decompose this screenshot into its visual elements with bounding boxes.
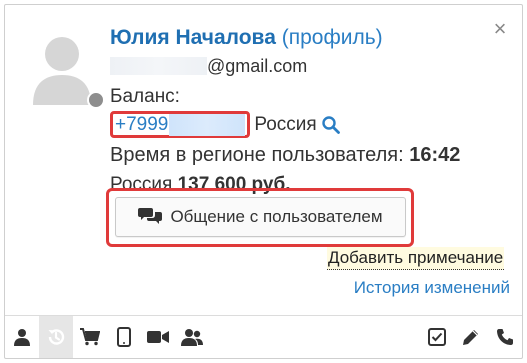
avatar — [27, 25, 97, 105]
history-icon[interactable] — [39, 316, 73, 358]
region-time-label: Время в регионе пользователя: — [110, 144, 410, 166]
profile-link[interactable]: (профиль) — [282, 26, 383, 49]
chat-icon — [138, 206, 170, 229]
region-time-row: Время в регионе пользователя: 16:42 — [110, 143, 460, 167]
chat-button-highlight: Общение с пользователем — [106, 188, 414, 247]
chat-with-user-button[interactable]: Общение с пользователем — [115, 197, 406, 237]
user-card: × Юлия Началова (профиль) @gmail.com Бал… — [4, 4, 523, 359]
phone-row: +7999 Россия — [110, 111, 341, 138]
status-indicator — [87, 91, 105, 109]
video-icon[interactable] — [141, 316, 175, 358]
phone-redacted — [169, 113, 246, 136]
phone-icon[interactable] — [488, 316, 522, 358]
email-redacted — [110, 57, 207, 75]
phone-highlight: +7999 — [110, 111, 251, 138]
user-name-line: Юлия Началова (профиль) — [110, 25, 383, 51]
phone-number-link[interactable]: +7999 — [115, 113, 168, 137]
search-icon[interactable] — [321, 115, 341, 135]
add-note-link[interactable]: Добавить примечание — [327, 247, 505, 270]
close-button[interactable]: × — [490, 18, 510, 40]
checkbox-icon[interactable] — [420, 316, 454, 358]
history-link[interactable]: История изменений — [354, 277, 510, 299]
chat-button-label: Общение с пользователем — [170, 207, 383, 226]
bottom-toolbar — [5, 315, 522, 358]
pencil-icon[interactable] — [454, 316, 488, 358]
users-icon[interactable] — [175, 316, 209, 358]
user-icon[interactable] — [5, 316, 39, 358]
region-time-value: 16:42 — [409, 144, 461, 166]
user-name-link[interactable]: Юлия Началова — [110, 26, 276, 49]
email-suffix: @gmail.com — [207, 56, 308, 76]
cart-icon[interactable] — [73, 316, 107, 358]
phone-country: Россия — [254, 113, 317, 135]
balance-label: Баланс: — [110, 86, 180, 107]
user-email: @gmail.com — [110, 54, 307, 78]
tablet-icon[interactable] — [107, 316, 141, 358]
